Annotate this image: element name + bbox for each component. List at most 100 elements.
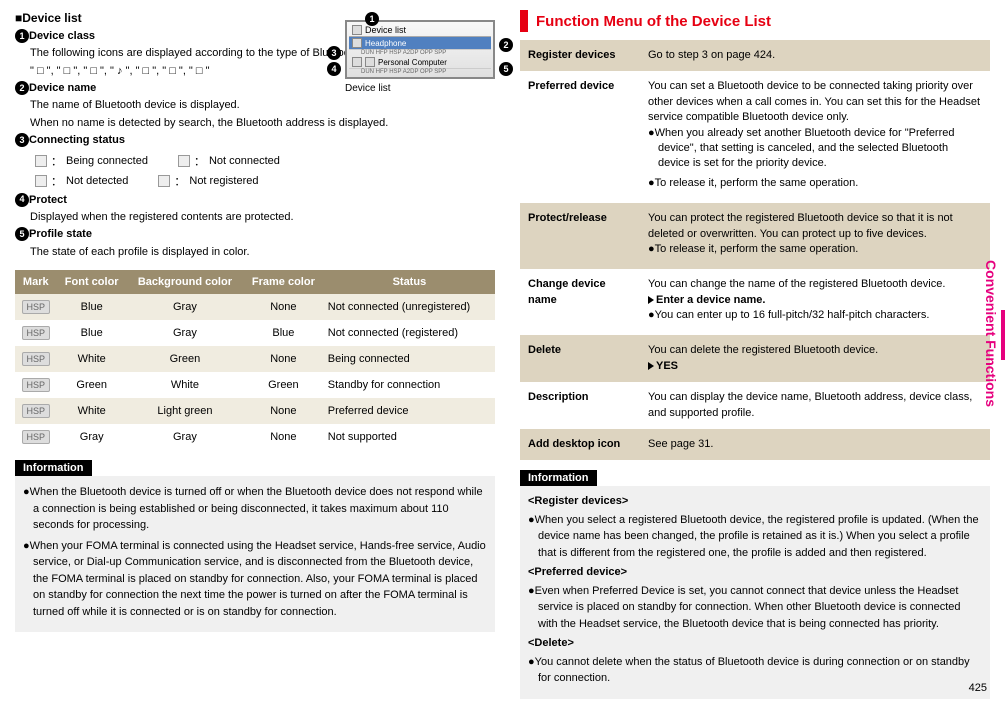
num-5: 5 — [15, 227, 29, 241]
hsp-badge: HSP — [22, 300, 51, 314]
info-b-register: When you select a registered Bluetooth d… — [535, 514, 979, 559]
device-list-image: 1 3 4 2 5 Device list Headphone DUN HFP … — [345, 20, 495, 94]
info-bullet: ●When your FOMA terminal is connected us… — [23, 538, 487, 621]
device-name-text1: The name of Bluetooth device is displaye… — [30, 98, 495, 113]
table-cell: Gray — [57, 424, 127, 450]
status-icon-notregistered — [158, 175, 170, 187]
func-value: Go to step 3 on page 424. — [640, 40, 990, 71]
table-cell: Blue — [57, 294, 127, 320]
table-cell: Light green — [127, 398, 243, 424]
func-row: DescriptionYou can display the device na… — [520, 382, 990, 429]
table-row: HSPBlueGrayBlueNot connected (registered… — [15, 320, 495, 346]
status-icon-connected — [35, 155, 47, 167]
table-header: Status — [324, 270, 495, 294]
subheading-connecting-status: Connecting status — [29, 134, 125, 146]
sidebar-section-label: Convenient Functions — [983, 260, 999, 407]
hsp-badge: HSP — [22, 352, 51, 366]
callout-3: 3 — [327, 46, 341, 60]
table-header: Frame color — [243, 270, 324, 294]
hsp-badge: HSP — [22, 378, 51, 392]
table-row: HSPBlueGrayNoneNot connected (unregister… — [15, 294, 495, 320]
status-notdetected: Not detected — [66, 175, 128, 187]
table-cell: Green — [57, 372, 127, 398]
func-value: You can set a Bluetooth device to be con… — [640, 71, 990, 203]
information-label-right: Information — [520, 470, 597, 486]
table-row: HSPWhiteGreenNoneBeing connected — [15, 346, 495, 372]
profile-state-table: MarkFont colorBackground colorFrame colo… — [15, 270, 495, 450]
num-2: 2 — [15, 81, 29, 95]
table-cell: Gray — [127, 320, 243, 346]
profile-state-text: The state of each profile is displayed i… — [30, 245, 495, 260]
num-1: 1 — [15, 29, 29, 43]
num-3: 3 — [15, 133, 29, 147]
func-key: Change device name — [520, 269, 640, 335]
status-notconnected: Not connected — [209, 155, 280, 167]
table-row: HSPWhiteLight greenNonePreferred device — [15, 398, 495, 424]
information-label-left: Information — [15, 460, 92, 476]
table-cell: Gray — [127, 424, 243, 450]
protect-text: Displayed when the registered contents a… — [30, 210, 495, 225]
callout-4: 4 — [327, 62, 341, 76]
func-row: Add desktop iconSee page 31. — [520, 429, 990, 460]
pc-icon — [352, 57, 362, 67]
sidebar-marker — [1001, 310, 1005, 360]
func-row: Protect/releaseYou can protect the regis… — [520, 203, 990, 269]
left-column: 1 3 4 2 5 Device list Headphone DUN HFP … — [15, 10, 495, 699]
headphone-icon — [352, 38, 362, 48]
subheading-device-name: Device name — [29, 82, 96, 94]
table-cell: Gray — [127, 294, 243, 320]
table-row: HSPGrayGrayNoneNot supported — [15, 424, 495, 450]
func-row: DeleteYou can delete the registered Blue… — [520, 335, 990, 382]
img-row1: Headphone — [365, 39, 406, 48]
table-cell: None — [243, 398, 324, 424]
status-notregistered: Not registered — [189, 175, 258, 187]
table-cell: HSP — [15, 372, 57, 398]
table-cell: Green — [243, 372, 324, 398]
table-cell: HSP — [15, 346, 57, 372]
table-cell: HSP — [15, 320, 57, 346]
table-header: Font color — [57, 270, 127, 294]
func-key: Description — [520, 382, 640, 429]
func-key: Register devices — [520, 40, 640, 71]
status-icon-notdetected — [35, 175, 47, 187]
info-h-register: <Register devices> — [528, 494, 982, 509]
func-row: Register devicesGo to step 3 on page 424… — [520, 40, 990, 71]
func-row: Change device nameYou can change the nam… — [520, 269, 990, 335]
info-b-preferred: Even when Preferred Device is set, you c… — [535, 585, 961, 630]
table-cell: Not supported — [324, 424, 495, 450]
table-cell: HSP — [15, 294, 57, 320]
func-key: Add desktop icon — [520, 429, 640, 460]
status-connected: Being connected — [66, 155, 148, 167]
right-column: Function Menu of the Device List Registe… — [520, 10, 990, 699]
hsp-badge: HSP — [22, 326, 51, 340]
func-value: You can protect the registered Bluetooth… — [640, 203, 990, 269]
img-title: Device list — [365, 25, 406, 35]
table-header: Background color — [127, 270, 243, 294]
img-row2: Personal Computer — [378, 58, 447, 67]
device-image-label: Device list — [345, 83, 495, 94]
table-cell: White — [57, 346, 127, 372]
func-value: You can delete the registered Bluetooth … — [640, 335, 990, 382]
info-h-delete: <Delete> — [528, 636, 982, 651]
info-bullet: ●When the Bluetooth device is turned off… — [23, 484, 487, 534]
device-name-text2: When no name is detected by search, the … — [30, 116, 495, 131]
info-b-delete: You cannot delete when the status of Blu… — [535, 656, 970, 685]
subheading-profile-state: Profile state — [29, 228, 92, 240]
information-box-left: ●When the Bluetooth device is turned off… — [15, 476, 495, 632]
func-row: Preferred deviceYou can set a Bluetooth … — [520, 71, 990, 203]
func-value: You can display the device name, Bluetoo… — [640, 382, 990, 429]
information-box-right: <Register devices> ●When you select a re… — [520, 486, 990, 698]
page-number: 425 — [969, 682, 987, 694]
subheading-device-class: Device class — [29, 30, 95, 42]
table-cell: Being connected — [324, 346, 495, 372]
lock-icon — [365, 57, 375, 67]
table-cell: Blue — [57, 320, 127, 346]
table-cell: None — [243, 424, 324, 450]
table-row: HSPGreenWhiteGreenStandby for connection — [15, 372, 495, 398]
callout-2: 2 — [499, 38, 513, 52]
table-cell: Green — [127, 346, 243, 372]
status-icon-notconnected — [178, 155, 190, 167]
callout-1: 1 — [365, 12, 379, 26]
table-cell: Not connected (registered) — [324, 320, 495, 346]
table-cell: Preferred device — [324, 398, 495, 424]
